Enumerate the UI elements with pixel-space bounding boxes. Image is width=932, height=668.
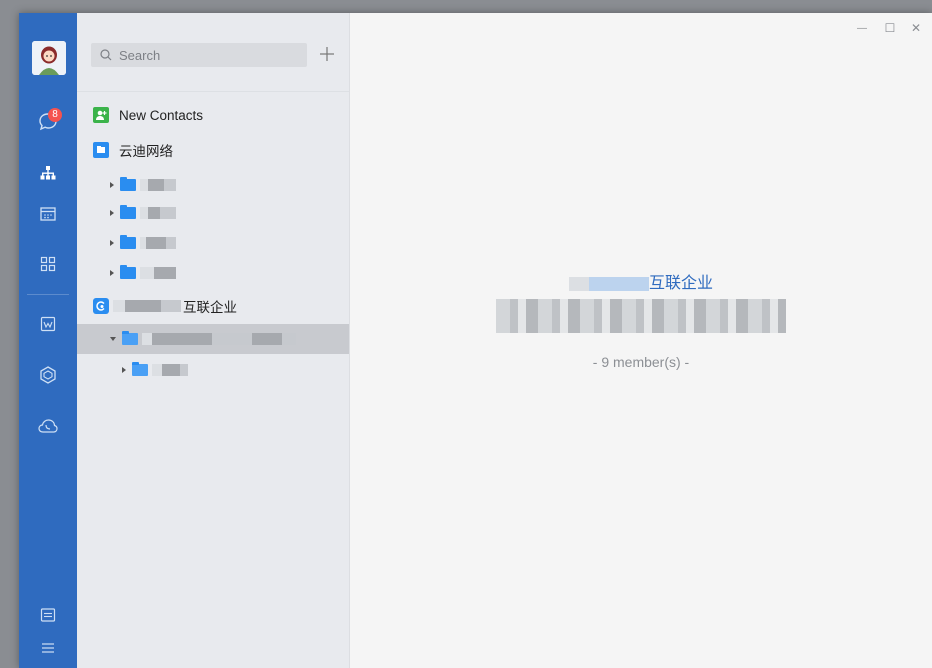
company-name: 云迪网络 [119,144,173,159]
plus-icon [320,47,334,61]
folder-icon [132,362,148,376]
nav-apps[interactable] [19,247,77,281]
partner-company-icon [93,298,109,314]
new-contacts-label: New Contacts [119,107,204,123]
contacts-panel: Search New Contacts 云迪网络 互联企业 [77,13,350,668]
maximize-button[interactable]: ☐ [876,17,904,39]
new-contacts-item[interactable]: New Contacts [77,99,349,131]
folder-icon [122,331,138,345]
expand-arrow-icon [110,210,114,216]
nav-cube[interactable] [19,358,77,392]
minimize-icon: — [857,22,867,34]
search-icon [100,49,112,61]
company-item[interactable]: 云迪网络 [77,134,349,166]
close-button[interactable]: ✕ [902,17,930,39]
avatar-icon [32,41,66,75]
maximize-icon: ☐ [884,21,896,35]
folder-icon [120,235,136,249]
cube-icon [40,366,56,384]
document-icon [40,316,56,332]
expand-arrow-icon [110,240,114,246]
settings-panel-icon [40,608,56,622]
department-item[interactable] [77,257,349,289]
department-item[interactable] [77,197,349,229]
partner-company-name: 互联企业 [183,300,237,315]
folder-icon [120,177,136,191]
collapse-arrow-icon [110,337,116,341]
panel-divider [77,91,349,92]
close-icon: ✕ [910,21,922,35]
nav-calendar[interactable] [19,197,77,231]
unread-badge: 8 [48,108,62,122]
search-placeholder: Search [119,47,161,63]
org-chart-icon [40,166,56,180]
calendar-icon [40,207,56,221]
nav-settings[interactable] [19,598,77,632]
department-item[interactable] [77,227,349,259]
sub-department-item[interactable] [77,354,349,386]
nav-contacts[interactable] [19,156,77,190]
apps-grid-icon [40,256,56,272]
nav-cloud-call[interactable] [19,409,77,443]
nav-rail: 8 [19,13,77,668]
nav-menu[interactable] [19,631,77,665]
org-title-text: 互联企业 [648,275,713,292]
nav-chat[interactable]: 8 [19,104,77,138]
org-subtitle-blurred [496,299,786,333]
member-count: - 9 member(s) - [592,354,690,370]
new-contacts-icon [93,107,109,123]
detail-pane: — ☐ ✕ 互联企业 - 9 member(s) - [350,13,932,668]
search-box[interactable]: Search [91,43,307,67]
folder-icon [120,205,136,219]
expand-arrow-icon [110,182,114,188]
folder-icon [120,265,136,279]
add-button[interactable] [315,42,339,66]
menu-icon [42,643,54,653]
expand-arrow-icon [122,367,126,373]
app-window: 8 Search New Contacts 云迪网络 互联企业 — ☐ ✕ 互联… [19,13,932,668]
partner-company-item[interactable]: 互联企业 [77,290,349,322]
minimize-button[interactable]: — [848,17,876,39]
rail-divider [27,294,69,295]
selected-department-item[interactable] [77,324,349,354]
nav-docs[interactable] [19,307,77,341]
expand-arrow-icon [110,270,114,276]
cloud-phone-icon [38,419,58,433]
org-title: 互联企业 [350,269,932,293]
company-icon [93,142,109,158]
avatar[interactable] [32,41,66,75]
